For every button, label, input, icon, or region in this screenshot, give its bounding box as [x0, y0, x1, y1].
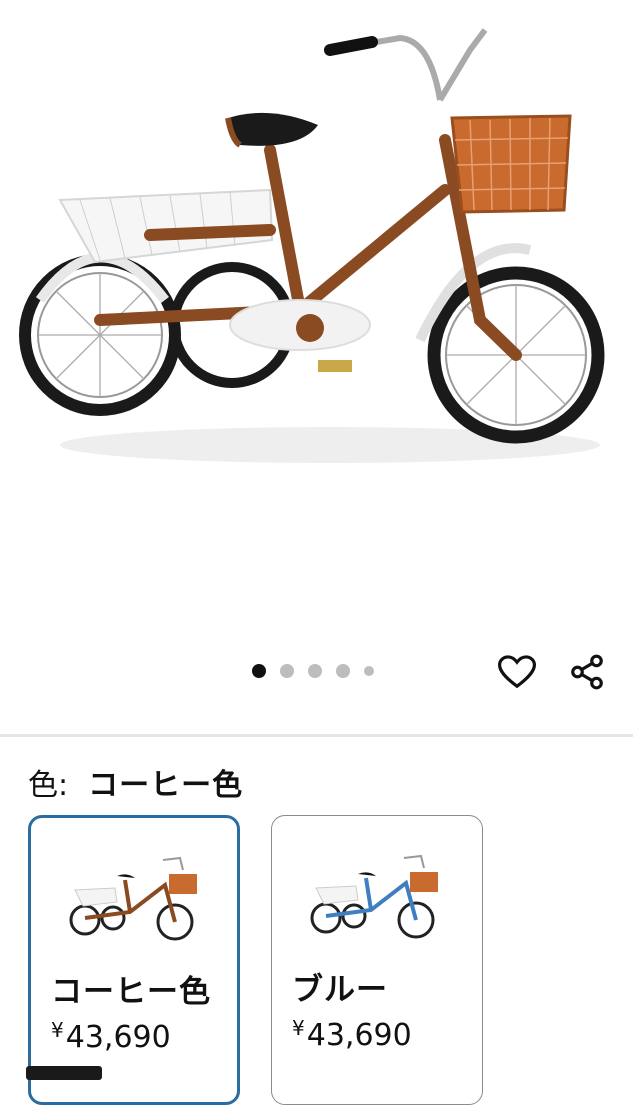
carousel-dot[interactable]	[308, 664, 322, 678]
section-divider	[0, 734, 633, 737]
variant-selected-value: コーヒー色	[88, 768, 244, 803]
product-image[interactable]	[0, 0, 633, 640]
heart-icon	[498, 655, 536, 689]
variant-label: 色:	[28, 768, 69, 803]
option-price-value: 43,690	[306, 1018, 412, 1053]
option-price-value: 43,690	[65, 1020, 171, 1055]
option-thumbnail	[310, 854, 438, 939]
currency-symbol: ¥	[292, 1016, 305, 1040]
option-price: ¥43,690	[51, 1018, 171, 1055]
option-name: ブルー	[292, 972, 388, 1008]
option-name: コーヒー色	[51, 974, 211, 1010]
carousel-dot[interactable]	[280, 664, 294, 678]
color-option-coffee[interactable]: コーヒー色 ¥43,690	[28, 815, 240, 1105]
color-option-blue[interactable]: ブルー ¥43,690	[271, 815, 483, 1105]
tricycle-illustration	[19, 28, 605, 463]
image-carousel-indicator[interactable]	[252, 664, 374, 678]
carousel-dot[interactable]	[252, 664, 266, 678]
carousel-dot[interactable]	[336, 664, 350, 678]
option-thumbnail	[69, 856, 197, 941]
favorite-button[interactable]	[495, 650, 539, 694]
currency-symbol: ¥	[51, 1018, 64, 1042]
home-indicator	[26, 1066, 102, 1080]
share-button[interactable]	[565, 650, 609, 694]
carousel-dot[interactable]	[364, 666, 374, 676]
option-price: ¥43,690	[292, 1016, 412, 1053]
share-icon	[571, 654, 603, 690]
variant-selector-header: 色: コーヒー色	[28, 760, 243, 804]
